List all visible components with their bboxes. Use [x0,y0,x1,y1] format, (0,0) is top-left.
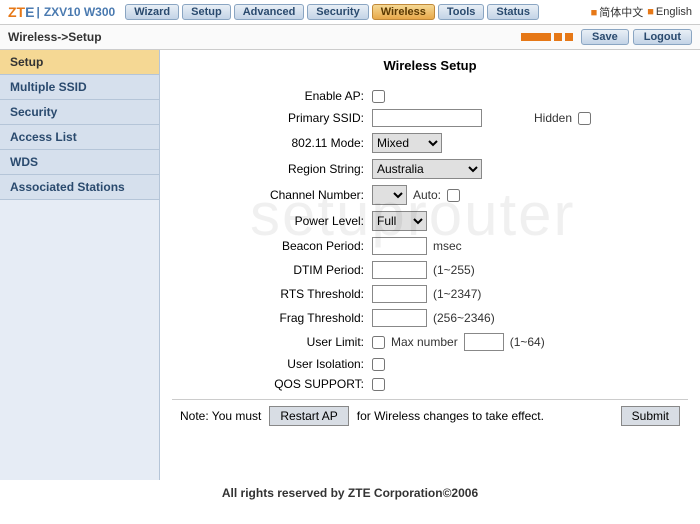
label-hidden: Hidden [534,111,572,125]
sidebar-item-security[interactable]: Security [0,100,159,125]
sidebar-item-associated-stations[interactable]: Associated Stations [0,175,159,200]
region-select[interactable]: Australia [372,159,482,179]
dtim-input[interactable] [372,261,427,279]
label-enable-ap: Enable AP: [172,89,372,103]
tab-setup[interactable]: Setup [182,4,231,20]
beacon-input[interactable] [372,237,427,255]
hidden-checkbox[interactable] [578,112,591,125]
label-isolation: User Isolation: [172,357,372,371]
channel-select[interactable] [372,185,407,205]
model-name: ZXV10 W300 [44,5,115,19]
tab-wireless[interactable]: Wireless [372,4,435,20]
hint-rts: (1~2347) [433,287,481,301]
max-number-input[interactable] [464,333,504,351]
tab-status[interactable]: Status [487,4,539,20]
content: setuprouter Wireless Setup Enable AP: Pr… [160,50,700,480]
primary-ssid-input[interactable] [372,109,482,127]
tab-tools[interactable]: Tools [438,4,485,20]
sidebar-item-multiple-ssid[interactable]: Multiple SSID [0,75,159,100]
sidebar-item-wds[interactable]: WDS [0,150,159,175]
hint-dtim: (1~255) [433,263,475,277]
brand-logo: ZTE [8,4,34,20]
qos-checkbox[interactable] [372,378,385,391]
save-button[interactable]: Save [581,29,629,45]
lang-chinese[interactable]: ■简体中文 [591,4,644,20]
sidebar: Setup Multiple SSID Security Access List… [0,50,160,480]
footer-bar: Note: You must Restart AP for Wireless c… [172,399,688,432]
logout-button[interactable]: Logout [633,29,692,45]
note-post: for Wireless changes to take effect. [357,409,544,423]
tab-wizard[interactable]: Wizard [125,4,179,20]
rts-input[interactable] [372,285,427,303]
label-primary-ssid: Primary SSID: [172,111,372,125]
main: Setup Multiple SSID Security Access List… [0,50,700,480]
header: ZTE | ZXV10 W300 Wizard Setup Advanced S… [0,0,700,25]
tab-advanced[interactable]: Advanced [234,4,305,20]
label-dtim: DTIM Period: [172,263,372,277]
label-region: Region String: [172,162,372,176]
hint-beacon: msec [433,239,462,253]
label-beacon: Beacon Period: [172,239,372,253]
auto-checkbox[interactable] [447,189,460,202]
label-frag: Frag Threshold: [172,311,372,325]
brand-sep: | [36,5,39,19]
frag-input[interactable] [372,309,427,327]
note-pre: Note: You must [180,409,261,423]
page-title: Wireless Setup [172,58,688,73]
hint-max: (1~64) [510,335,545,349]
power-select[interactable]: Full [372,211,427,231]
label-rts: RTS Threshold: [172,287,372,301]
sidebar-item-access-list[interactable]: Access List [0,125,159,150]
lang-english[interactable]: ■English [647,6,692,18]
sidebar-item-setup[interactable]: Setup [0,50,159,75]
label-channel: Channel Number: [172,188,372,202]
mode-select[interactable]: Mixed [372,133,442,153]
label-power: Power Level: [172,214,372,228]
breadcrumb: Wireless->Setup [8,30,521,44]
submit-button[interactable]: Submit [621,406,680,426]
user-limit-checkbox[interactable] [372,336,385,349]
hint-frag: (256~2346) [433,311,495,325]
restart-ap-button[interactable]: Restart AP [269,406,348,426]
label-max-number: Max number [391,335,458,349]
enable-ap-checkbox[interactable] [372,90,385,103]
label-mode: 802.11 Mode: [172,136,372,150]
top-tabs: Wizard Setup Advanced Security Wireless … [125,4,586,20]
subbar: Wireless->Setup Save Logout [0,25,700,50]
copyright: All rights reserved by ZTE Corporation©2… [0,480,700,506]
tab-security[interactable]: Security [307,4,368,20]
decorative-bars [521,33,573,41]
label-qos: QOS SUPPORT: [172,377,372,391]
label-auto: Auto: [413,188,441,202]
isolation-checkbox[interactable] [372,358,385,371]
label-user-limit: User Limit: [172,335,372,349]
